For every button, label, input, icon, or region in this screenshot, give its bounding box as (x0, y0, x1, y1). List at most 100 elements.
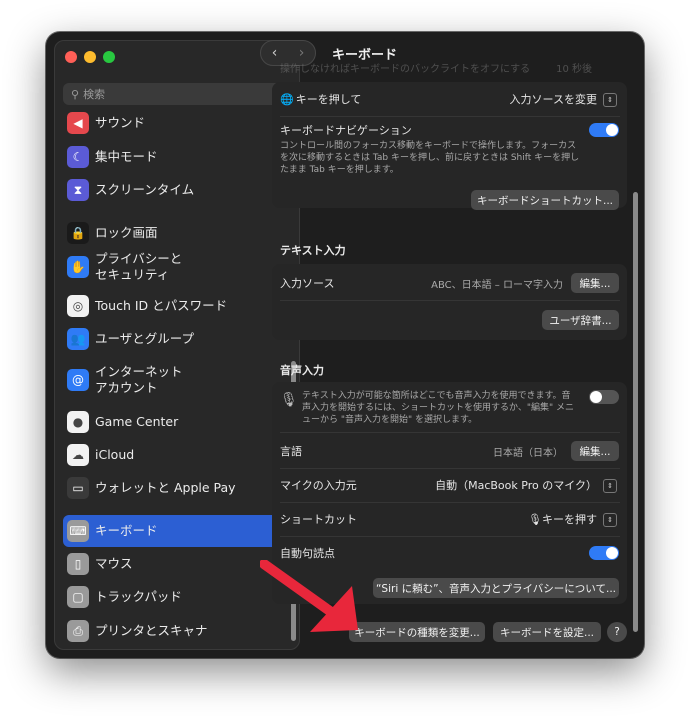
shortcut-row: ショートカット 🎙キーを押す ⇕ (272, 510, 627, 528)
input-source-label: 入力ソース (280, 277, 335, 290)
divider (280, 468, 620, 469)
setup-keyboard-button[interactable]: キーボードを設定... (493, 622, 601, 642)
gamecenter-icon: ● (67, 411, 89, 433)
microphone-small-icon: 🎙 (528, 513, 542, 526)
sidebar-item-label: ウォレットと Apple Pay (95, 480, 236, 495)
keyboard-icon: ⌨ (67, 520, 89, 542)
globe-key-value: 入力ソースを変更 (509, 93, 597, 106)
keyboard-nav-toggle[interactable] (589, 123, 619, 137)
dictation-description: テキスト入力が可能な箇所はどこでも音声入力を使用できます。音声入力を開始するには… (302, 391, 574, 425)
globe-key-row: 🌐 キーを押して 入力ソースを変更 ⇕ (272, 90, 627, 108)
sidebar-item-label: トラックパッド (95, 589, 182, 604)
input-source-edit-button[interactable]: 編集... (571, 273, 619, 293)
sidebar-item[interactable]: ● Game Center (63, 406, 285, 438)
minimize-button[interactable] (84, 51, 96, 63)
printer-icon: ⎙ (67, 620, 89, 642)
mouse-icon: ▯ (67, 553, 89, 575)
sidebar-item-label: インターネット アカウント (95, 364, 183, 395)
sidebar-item-label: iCloud (95, 447, 135, 462)
backlight-row: 操作しなければキーボードのバックライトをオフにする 10 秒後 (280, 60, 620, 76)
back-icon[interactable]: ‹ (272, 45, 278, 61)
sidebar-item-label: ユーザとグループ (95, 331, 195, 346)
sidebar-item[interactable]: ▯ マウス (63, 548, 285, 580)
wallet-icon: ▭ (67, 477, 89, 499)
divider (280, 432, 620, 433)
toggle-knob (606, 547, 618, 559)
moon-icon: ☾ (67, 146, 89, 168)
mic-source-value: 自動（MacBook Pro のマイク） (435, 479, 597, 492)
close-button[interactable] (65, 51, 77, 63)
search-icon: ⚲ (71, 87, 80, 101)
sidebar-item-label: サウンド (95, 115, 146, 130)
sidebar-item-label: ロック画面 (95, 225, 158, 240)
shortcut-popup[interactable]: 🎙キーを押す ⇕ (528, 511, 617, 527)
shortcut-value: キーを押す (542, 513, 597, 526)
keyboard-shortcuts-button[interactable]: キーボードショートカット... (471, 190, 619, 210)
dictation-heading: 音声入力 (280, 364, 324, 377)
shortcut-label: ショートカット (280, 513, 357, 526)
toggle-knob (590, 391, 602, 403)
sidebar-item[interactable]: ☾ 集中モード (63, 141, 285, 173)
divider (280, 502, 620, 503)
divider (280, 116, 620, 117)
hand-icon: ✋ (67, 256, 89, 278)
sidebar-item[interactable]: 👥 ユーザとグループ (63, 323, 285, 355)
language-value: 日本語（日本） (493, 447, 563, 459)
sidebar-item[interactable]: ☁ iCloud (63, 439, 285, 471)
sidebar-item-label: キーボード (95, 523, 158, 538)
search-placeholder: 検索 (83, 88, 106, 101)
sidebar-item[interactable]: ◀ サウンド (63, 107, 285, 139)
auto-punctuation-toggle[interactable] (589, 546, 619, 560)
keyboard-nav-label: キーボードナビゲーション (280, 124, 412, 137)
backlight-label: 操作しなければキーボードのバックライトをオフにする (280, 64, 531, 75)
sidebar-item[interactable]: ◎ Touch ID とパスワード (63, 290, 285, 322)
sidebar-item[interactable]: ⧗ スクリーンタイム (63, 174, 285, 206)
zoom-button[interactable] (103, 51, 115, 63)
backlight-value[interactable]: 10 秒後 (556, 60, 592, 75)
user-dictionary-button[interactable]: ユーザ辞書... (542, 310, 619, 330)
mic-source-row: マイクの入力元 自動（MacBook Pro のマイク） ⇕ (272, 476, 627, 494)
lock-icon: 🔒 (67, 222, 89, 244)
keyboard-nav-description: コントロール間のフォーカス移動をキーボードで操作します。フォーカスを次に移動する… (280, 141, 580, 175)
mic-source-popup[interactable]: 自動（MacBook Pro のマイク） ⇕ (435, 477, 617, 493)
sidebar-item[interactable]: ⌨ キーボード (63, 515, 285, 547)
sidebar-item[interactable]: 🔒 ロック画面 (63, 217, 285, 249)
mic-source-label: マイクの入力元 (280, 479, 357, 492)
sidebar-item[interactable]: ✋ プライバシーと セキュリティ (63, 251, 285, 283)
window-controls (65, 51, 115, 63)
language-label: 言語 (280, 445, 302, 458)
sidebar-item[interactable]: ▭ ウォレットと Apple Pay (63, 472, 285, 504)
forward-icon[interactable]: › (299, 45, 305, 61)
stepper-icon: ⇕ (603, 479, 617, 493)
sidebar-item[interactable]: ⎙ プリンタとスキャナ (63, 615, 285, 647)
hourglass-icon: ⧗ (67, 179, 89, 201)
text-input-heading: テキスト入力 (280, 244, 346, 257)
stepper-icon: ⇕ (603, 93, 617, 107)
sidebar-item-label: プリンタとスキャナ (95, 623, 208, 638)
cloud-icon: ☁ (67, 444, 89, 466)
divider (280, 536, 620, 537)
siri-privacy-button[interactable]: “Siri に頼む”、音声入力とプライバシーについて... (373, 578, 619, 598)
input-source-value: ABC、日本語 – ローマ字入力 (431, 279, 563, 291)
stepper-icon: ⇕ (603, 513, 617, 527)
fingerprint-icon: ◎ (67, 295, 89, 317)
main-scrollbar[interactable] (633, 192, 638, 632)
microphone-icon: 🎙 (280, 392, 298, 408)
sidebar-item-label: マウス (95, 556, 133, 571)
at-icon: @ (67, 369, 89, 391)
globe-key-label: キーを押して (295, 93, 362, 106)
toggle-knob (606, 124, 618, 136)
sidebar-item[interactable]: ▢ トラックパッド (63, 581, 285, 613)
dictation-row: 🎙 テキスト入力が可能な箇所はどこでも音声入力を使用できます。音声入力を開始する… (272, 390, 627, 426)
dictation-toggle[interactable] (589, 390, 619, 404)
sidebar-item-label: Game Center (95, 414, 179, 429)
sidebar-item-label: スクリーンタイム (95, 182, 195, 197)
sidebar-item[interactable]: @ インターネット アカウント (63, 364, 285, 396)
speaker-icon: ◀ (67, 112, 89, 134)
globe-icon: 🌐 (280, 92, 294, 106)
help-button[interactable]: ? (607, 622, 627, 642)
trackpad-icon: ▢ (67, 586, 89, 608)
globe-key-popup[interactable]: 入力ソースを変更 ⇕ (510, 91, 617, 107)
search-input[interactable]: ⚲ 検索 (63, 83, 291, 105)
language-edit-button[interactable]: 編集... (571, 441, 619, 461)
